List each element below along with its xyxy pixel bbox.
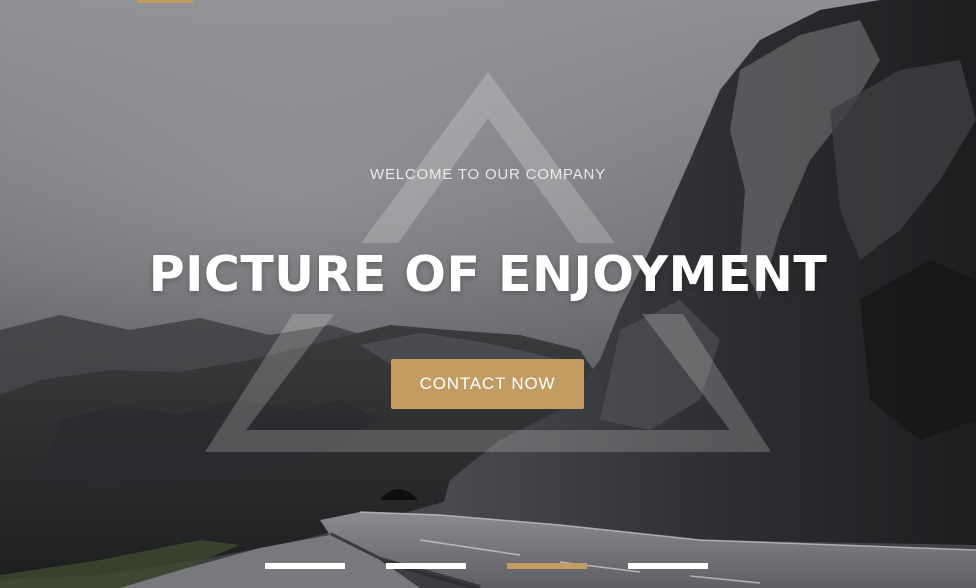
slider-pagination (265, 563, 709, 571)
contact-now-button[interactable]: CONTACT NOW (391, 359, 584, 409)
slider-dot-1[interactable] (265, 563, 345, 569)
slider-dot-3[interactable] (507, 563, 587, 569)
hero-title: PICTURE OF ENJOYMENT (148, 246, 828, 303)
slider-dot-4[interactable] (628, 563, 708, 569)
hero-section: WELCOME TO OUR COMPANY PICTURE OF ENJOYM… (0, 0, 976, 588)
top-accent-bar (137, 0, 193, 3)
hero-kicker: WELCOME TO OUR COMPANY (370, 166, 606, 183)
slider-dot-2[interactable] (386, 563, 466, 569)
